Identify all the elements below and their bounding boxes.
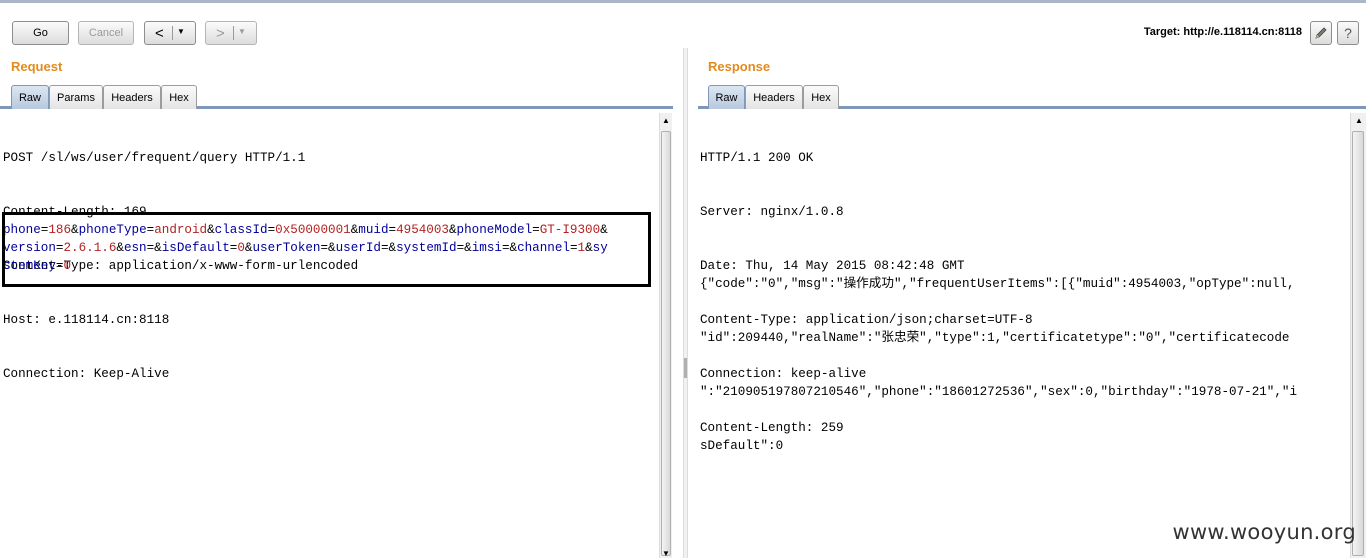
go-label: Go <box>33 27 48 39</box>
body-line: "id":209440,"realName":"张忠荣","type":1,"c… <box>700 331 1290 345</box>
scroll-up-icon[interactable]: ▲ <box>662 116 670 125</box>
target-label: Target: http://e.118114.cn:8118 <box>1143 26 1302 38</box>
cancel-button[interactable]: Cancel <box>78 21 134 45</box>
status-line: HTTP/1.1 200 OK <box>700 151 814 165</box>
tab-params[interactable]: Params <box>49 85 103 109</box>
highlight-box <box>2 212 651 287</box>
tab-hex[interactable]: Hex <box>803 85 839 109</box>
body-line: {"code":"0","msg":"操作成功","frequentUserIt… <box>700 277 1295 291</box>
chevron-down-icon[interactable]: ▼ <box>238 27 246 36</box>
help-icon: ? <box>1344 25 1352 41</box>
scroll-thumb[interactable] <box>661 131 671 556</box>
pencil-icon <box>1315 27 1327 39</box>
scroll-down-icon[interactable]: ▼ <box>662 549 670 558</box>
tab-hex[interactable]: Hex <box>161 85 197 109</box>
watermark: www.wooyun.org <box>1172 520 1356 544</box>
tab-headers[interactable]: Headers <box>103 85 161 109</box>
scroll-up-icon[interactable]: ▲ <box>1355 116 1363 125</box>
request-scrollbar[interactable]: ▲ ▼ <box>659 113 672 558</box>
help-button[interactable]: ? <box>1337 21 1359 45</box>
body-line: ":"210905197807210546","phone":"18601272… <box>700 385 1298 399</box>
body-line: sDefault":0 <box>700 439 784 453</box>
chevron-down-icon[interactable]: ▼ <box>177 27 185 36</box>
request-title: Request <box>11 59 63 74</box>
tab-raw[interactable]: Raw <box>708 85 745 109</box>
forward-button[interactable]: > ▼ <box>205 21 257 45</box>
header-line: Host: e.118114.cn:8118 <box>3 313 170 327</box>
response-scrollbar[interactable]: ▲ <box>1350 113 1366 558</box>
scroll-thumb[interactable] <box>1352 131 1364 556</box>
drag-handle[interactable] <box>684 358 687 378</box>
divider <box>172 26 173 40</box>
window-top-border <box>0 0 1366 3</box>
response-body[interactable]: {"code":"0","msg":"操作成功","frequentUserIt… <box>700 239 1297 473</box>
response-title: Response <box>708 59 771 74</box>
back-arrow-icon: < <box>155 24 164 42</box>
tab-headers[interactable]: Headers <box>745 85 803 109</box>
request-tab-strip: Raw Params Headers Hex <box>0 85 673 109</box>
edit-target-button[interactable] <box>1310 21 1332 45</box>
cancel-label: Cancel <box>88 27 124 39</box>
tab-raw[interactable]: Raw <box>11 85 49 109</box>
forward-arrow-icon: > <box>216 24 225 42</box>
header-line: Server: nginx/1.0.8 <box>700 205 844 219</box>
response-tab-strip: Raw Headers Hex <box>698 85 1366 109</box>
header-line: Connection: Keep-Alive <box>3 367 170 381</box>
go-button[interactable]: Go <box>12 21 69 45</box>
divider <box>233 26 234 40</box>
back-button[interactable]: < ▼ <box>144 21 196 45</box>
request-line: POST /sl/ws/user/frequent/query HTTP/1.1 <box>3 151 306 165</box>
split-divider[interactable] <box>683 48 688 558</box>
